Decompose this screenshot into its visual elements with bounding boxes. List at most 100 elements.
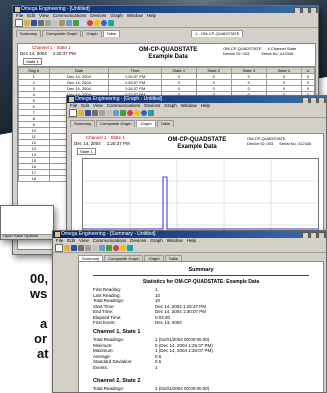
menu-window[interactable]: Window bbox=[181, 103, 197, 109]
new-icon[interactable] bbox=[69, 109, 77, 117]
data-subtitle: Example Data bbox=[148, 54, 188, 60]
print-icon[interactable] bbox=[78, 245, 84, 251]
graph-icon[interactable] bbox=[120, 110, 126, 116]
close-icon[interactable] bbox=[310, 7, 317, 13]
record-icon[interactable] bbox=[113, 245, 119, 251]
graph-icon[interactable] bbox=[73, 20, 79, 26]
tab-summary[interactable]: Summary bbox=[70, 120, 96, 127]
close-icon[interactable] bbox=[318, 97, 325, 103]
record-icon[interactable] bbox=[127, 110, 133, 116]
copy-icon[interactable] bbox=[52, 20, 58, 26]
open-icon[interactable] bbox=[78, 110, 84, 116]
tab-composite-graph[interactable]: Composite Graph bbox=[96, 120, 136, 127]
table-icon[interactable] bbox=[80, 20, 86, 26]
new-icon[interactable] bbox=[15, 19, 23, 27]
zoom-icon[interactable] bbox=[99, 245, 105, 251]
cut-icon[interactable] bbox=[99, 110, 105, 116]
maximize-icon[interactable] bbox=[310, 97, 317, 103]
marker-icon[interactable] bbox=[134, 110, 140, 116]
graph-icon[interactable] bbox=[106, 245, 112, 251]
copy-icon[interactable] bbox=[106, 110, 112, 116]
toolbar[interactable] bbox=[67, 109, 326, 118]
menu-edit[interactable]: Edit bbox=[27, 13, 35, 19]
device-select[interactable]: 1 - OM-CP-QUADSTATE bbox=[191, 30, 244, 37]
stat-value: 0:04:30 bbox=[155, 314, 171, 320]
window-controls[interactable] bbox=[302, 232, 325, 238]
help-icon[interactable] bbox=[127, 245, 133, 251]
menu-edit[interactable]: Edit bbox=[67, 238, 75, 244]
minimize-icon[interactable] bbox=[302, 232, 309, 238]
menu-graph[interactable]: Graph bbox=[110, 13, 123, 19]
menu-devices[interactable]: Devices bbox=[144, 103, 160, 109]
window-titlebar[interactable]: Omega Engineering - [Graph - Untitled] bbox=[67, 96, 326, 103]
save-icon[interactable] bbox=[31, 20, 37, 26]
menu-communications[interactable]: Communications bbox=[107, 103, 141, 109]
stat-value: Dec 14, 2004 bbox=[155, 320, 182, 325]
stop-icon[interactable] bbox=[101, 20, 107, 26]
menu-window[interactable]: Window bbox=[167, 238, 183, 244]
menu-help[interactable]: Help bbox=[201, 103, 210, 109]
minimize-icon[interactable] bbox=[294, 7, 301, 13]
window-controls[interactable] bbox=[302, 97, 325, 103]
stat-row: Elapsed Time: 0:04:30 bbox=[93, 315, 170, 320]
new-icon[interactable] bbox=[55, 244, 63, 252]
window-controls[interactable] bbox=[294, 7, 317, 13]
print-icon[interactable] bbox=[92, 110, 98, 116]
open-icon[interactable] bbox=[64, 245, 70, 251]
tab-graph[interactable]: Graph bbox=[82, 30, 102, 37]
cut-icon[interactable] bbox=[45, 20, 51, 26]
menu-communications[interactable]: Communications bbox=[93, 238, 127, 244]
menu-help[interactable]: Help bbox=[147, 13, 156, 19]
menu-devices[interactable]: Devices bbox=[130, 238, 146, 244]
save-icon[interactable] bbox=[71, 245, 77, 251]
cut-icon[interactable] bbox=[85, 245, 91, 251]
view-tabs[interactable]: Summary Composite Graph Graph Table 1 - … bbox=[13, 28, 318, 37]
tab-table[interactable]: Table bbox=[102, 30, 121, 37]
record-icon[interactable] bbox=[87, 20, 93, 26]
tab-summary[interactable]: Summary bbox=[16, 30, 42, 37]
toolbar[interactable] bbox=[13, 19, 318, 28]
menu-devices[interactable]: Devices bbox=[90, 13, 106, 19]
copy-icon[interactable] bbox=[92, 245, 98, 251]
table-cell[interactable]: 18 bbox=[18, 175, 50, 182]
close-icon[interactable] bbox=[318, 232, 325, 238]
marker-icon[interactable] bbox=[120, 245, 126, 251]
menu-view[interactable]: View bbox=[39, 13, 49, 19]
menu-view[interactable]: View bbox=[93, 103, 103, 109]
menu-view[interactable]: View bbox=[79, 238, 89, 244]
caption-line-4: or bbox=[34, 331, 47, 346]
side-window[interactable]: Open Save Options bbox=[0, 205, 54, 240]
tab-composite-graph[interactable]: Composite Graph bbox=[42, 30, 82, 37]
save-icon[interactable] bbox=[85, 110, 91, 116]
tab-graph[interactable]: Graph bbox=[136, 120, 156, 127]
stat-value: Dec 14, 2004 1:25:37 PM bbox=[155, 303, 207, 309]
maximize-icon[interactable] bbox=[310, 232, 317, 238]
print-icon[interactable] bbox=[38, 20, 44, 26]
zoom-icon[interactable] bbox=[66, 20, 72, 26]
stop-icon[interactable] bbox=[141, 110, 147, 116]
marker-icon[interactable] bbox=[94, 20, 100, 26]
open-icon[interactable] bbox=[24, 20, 30, 26]
menu-edit[interactable]: Edit bbox=[81, 103, 89, 109]
menu-help[interactable]: Help bbox=[187, 238, 196, 244]
channel-label: Channel 1 - State 1 bbox=[86, 135, 125, 140]
help-icon[interactable] bbox=[108, 20, 114, 26]
zoom-icon[interactable] bbox=[113, 110, 119, 116]
menu-window[interactable]: Window bbox=[127, 13, 143, 19]
tab-table[interactable]: Table bbox=[156, 120, 175, 127]
summary-window[interactable]: Omega Engineering - [Summary - Untitled]… bbox=[52, 230, 327, 393]
view-tabs[interactable]: Summary Composite Graph Graph Table bbox=[67, 118, 326, 127]
menu-graph[interactable]: Graph bbox=[164, 103, 177, 109]
menu-graph[interactable]: Graph bbox=[150, 238, 163, 244]
stat-label: Minimum: bbox=[93, 342, 113, 348]
toolbar[interactable] bbox=[53, 244, 326, 253]
stat-value: 0.5 bbox=[155, 353, 162, 359]
menu-communications[interactable]: Communications bbox=[53, 13, 87, 19]
maximize-icon[interactable] bbox=[302, 7, 309, 13]
help-icon[interactable] bbox=[148, 110, 154, 116]
caption-line-3: a bbox=[40, 316, 48, 331]
window-titlebar[interactable]: Omega Engineering - [Summary - Untitled] bbox=[53, 231, 326, 238]
window-titlebar[interactable]: Omega Engineering - [Untitled] bbox=[13, 6, 318, 13]
minimize-icon[interactable] bbox=[302, 97, 309, 103]
paste-icon[interactable] bbox=[59, 20, 65, 26]
